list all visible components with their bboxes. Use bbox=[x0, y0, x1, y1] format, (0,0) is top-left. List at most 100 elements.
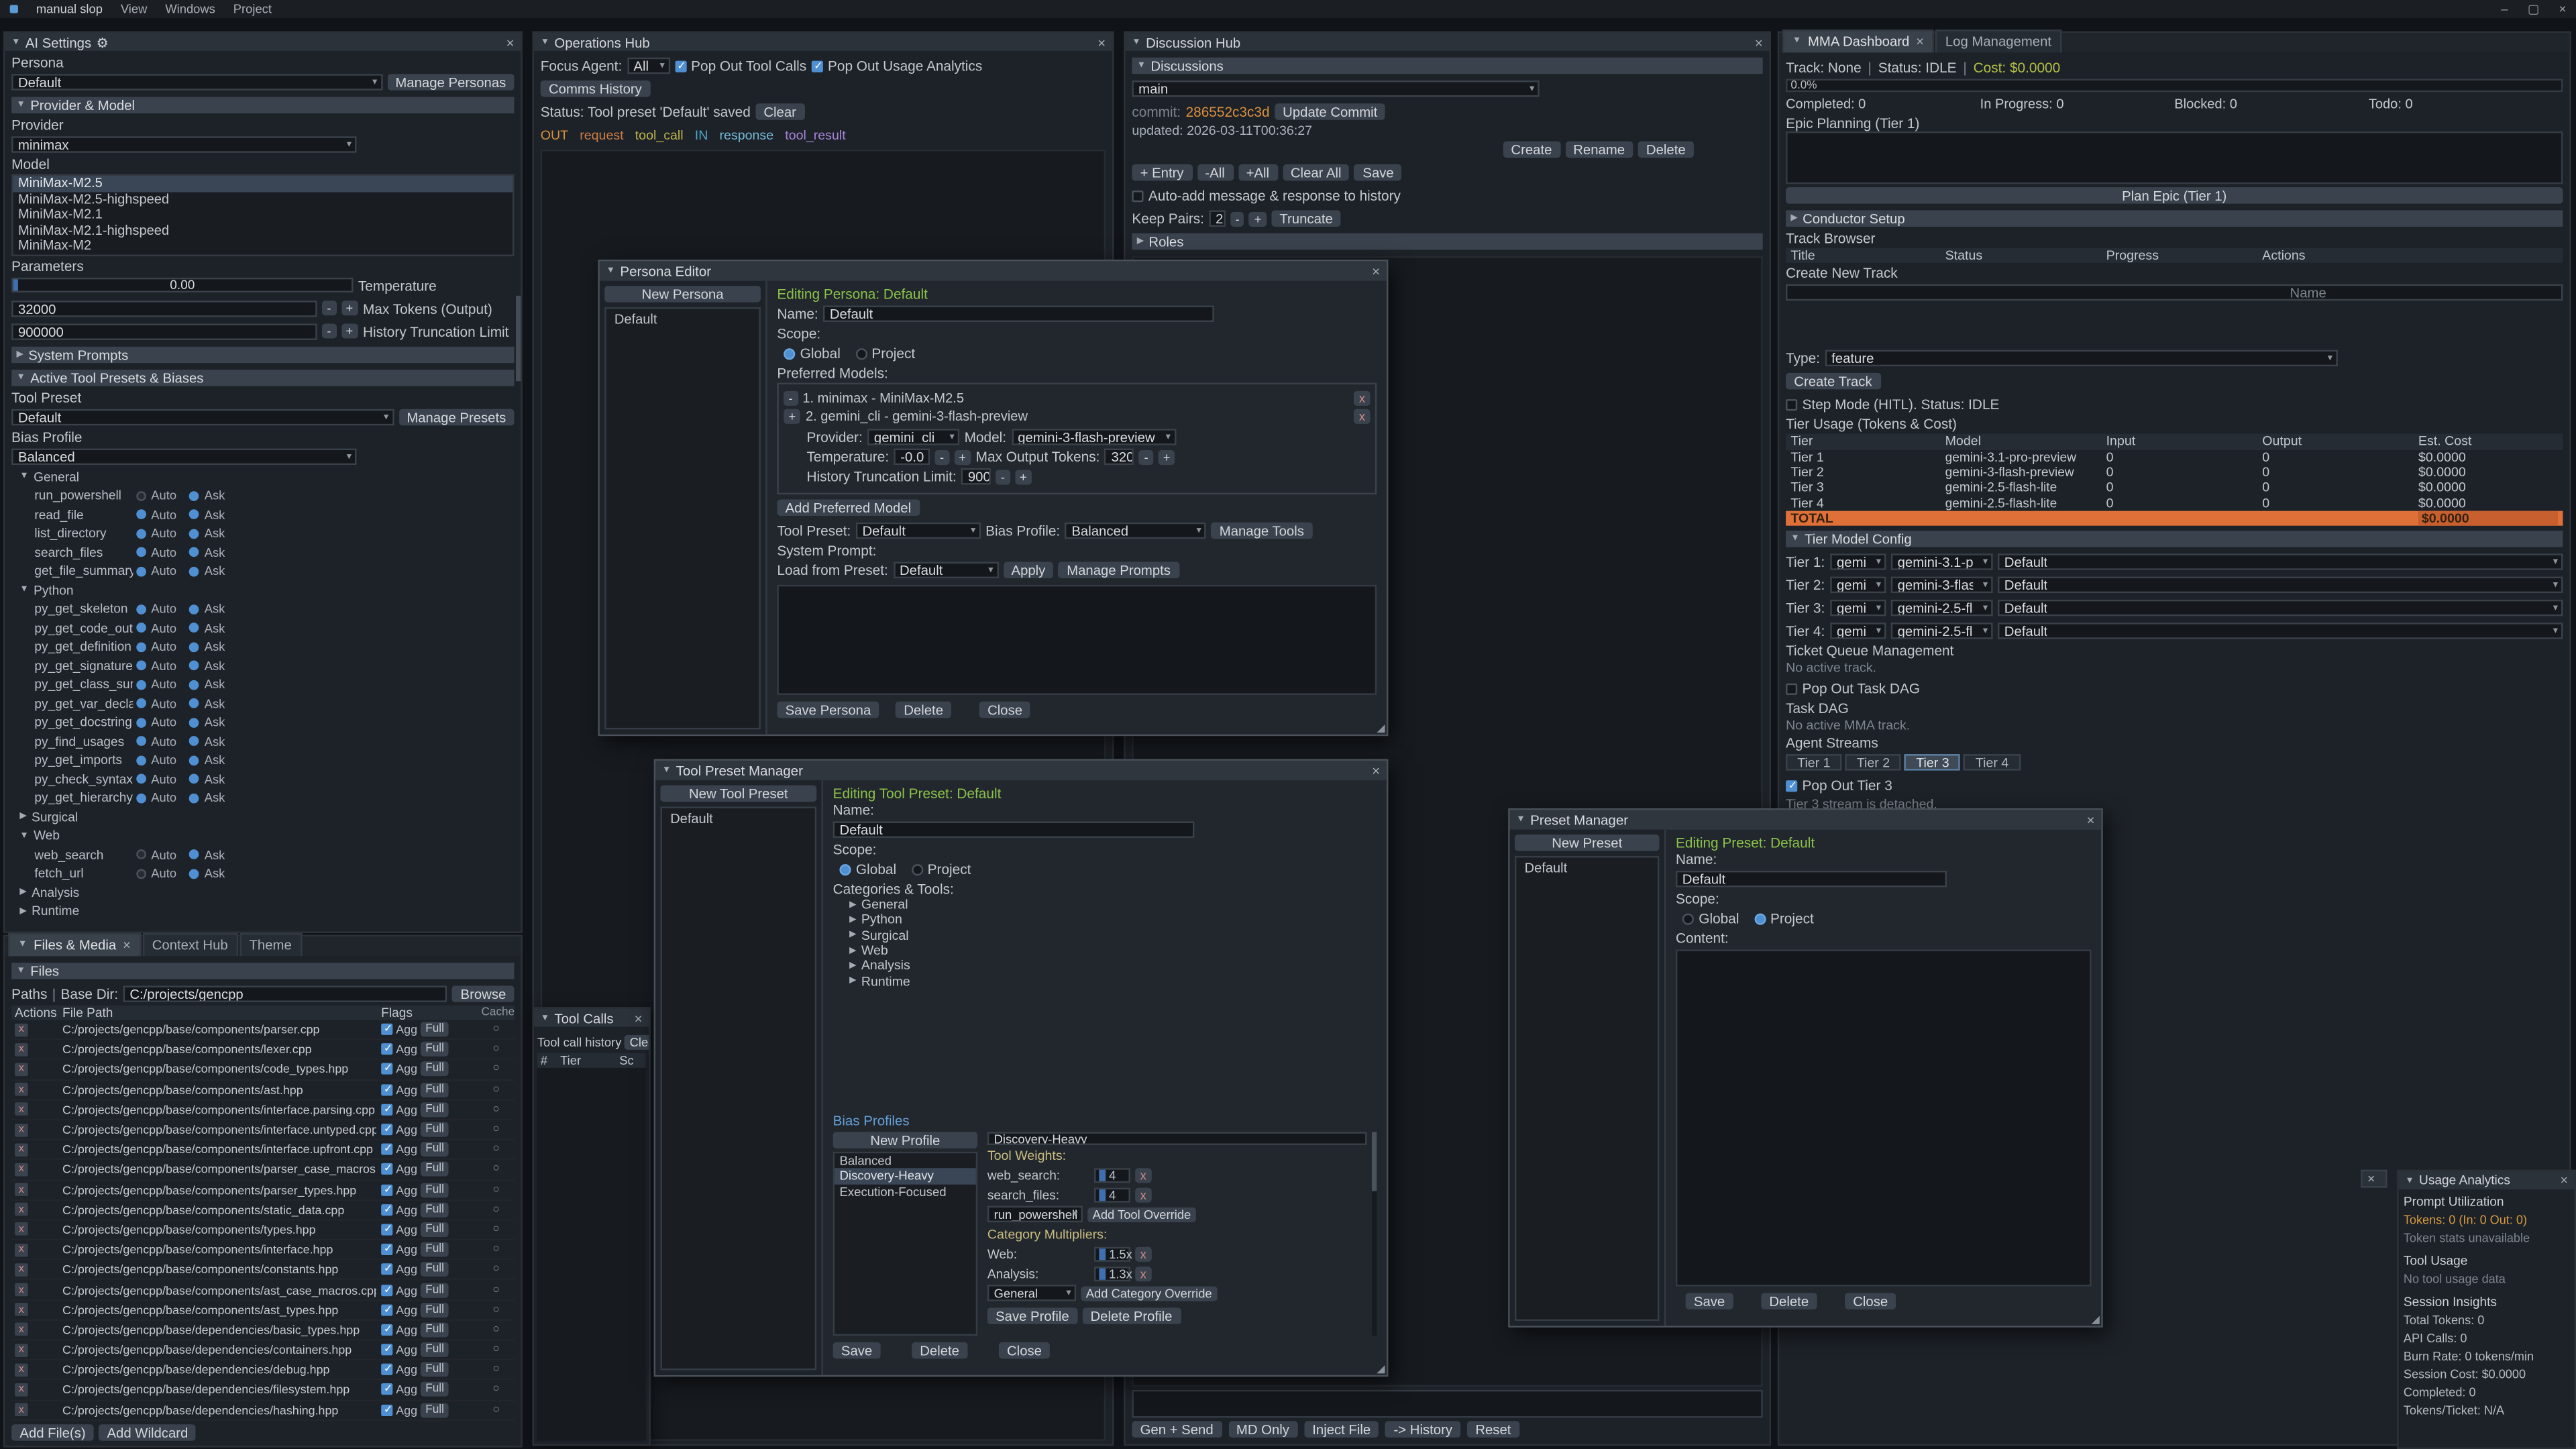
auto-toggle[interactable] bbox=[136, 793, 146, 803]
decrement-button[interactable]: - bbox=[322, 301, 336, 315]
entry-action-button[interactable]: Clear All bbox=[1283, 164, 1350, 180]
agg-checkbox[interactable] bbox=[381, 1344, 392, 1356]
agg-checkbox[interactable] bbox=[381, 1304, 392, 1316]
tool-presets-section-header[interactable]: ▼ Active Tool Presets & Biases bbox=[11, 369, 514, 385]
create-track-button[interactable]: Create Track bbox=[1786, 374, 1880, 390]
decrement-button[interactable]: - bbox=[996, 469, 1010, 484]
ask-toggle[interactable] bbox=[190, 642, 200, 652]
tab-context-hub[interactable]: Context Hub bbox=[142, 933, 237, 956]
auto-add-checkbox[interactable] bbox=[1132, 190, 1143, 201]
ask-toggle[interactable] bbox=[190, 547, 200, 557]
tier-provider-select[interactable]: gemini bbox=[1830, 554, 1886, 570]
agg-checkbox[interactable] bbox=[381, 1024, 392, 1035]
preset-manager-titlebar[interactable]: ▼ Preset Manager × bbox=[1510, 810, 2102, 829]
tier-model-config-header[interactable]: ▼ Tier Model Config bbox=[1786, 531, 2563, 547]
ask-toggle[interactable] bbox=[190, 698, 200, 708]
tier-model-select[interactable]: gemini-3-flash-preview bbox=[1891, 577, 1993, 593]
profile-name-input[interactable]: Discovery-Heavy bbox=[987, 1132, 1367, 1145]
message-input[interactable] bbox=[1132, 1390, 1762, 1418]
plan-epic-button[interactable]: Plan Epic (Tier 1) bbox=[1786, 187, 2563, 203]
tool-preset-manager-titlebar[interactable]: ▼ Tool Preset Manager × bbox=[655, 761, 1387, 780]
tool-override-select[interactable]: run_powershell bbox=[987, 1206, 1083, 1222]
ask-toggle[interactable] bbox=[190, 510, 200, 520]
temperature-input[interactable]: -0.0 bbox=[894, 449, 930, 465]
agg-checkbox[interactable] bbox=[381, 1244, 392, 1255]
close-icon[interactable]: × bbox=[1916, 33, 1924, 49]
remove-model-button[interactable]: x bbox=[1354, 391, 1371, 406]
entry-action-button[interactable]: -All bbox=[1197, 164, 1233, 180]
persona-editor-titlebar[interactable]: ▼ Persona Editor × bbox=[600, 261, 1387, 280]
agg-checkbox[interactable] bbox=[381, 1083, 392, 1095]
ask-toggle[interactable] bbox=[190, 755, 200, 765]
delete-persona-button[interactable]: Delete bbox=[896, 702, 951, 718]
ask-toggle[interactable] bbox=[190, 566, 200, 576]
history-limit-input[interactable]: 900000 bbox=[961, 468, 991, 484]
category-node[interactable]: ▶ Surgical bbox=[833, 928, 1377, 943]
tool-calls-header[interactable]: ▼ Tool Calls × bbox=[534, 1009, 649, 1027]
scrollbar[interactable] bbox=[1372, 1132, 1377, 1336]
increment-button[interactable]: + bbox=[341, 301, 358, 315]
category-node[interactable]: ▶ Runtime bbox=[833, 973, 1377, 989]
category-node[interactable]: ▶ General bbox=[833, 897, 1377, 912]
menu-item[interactable]: Windows bbox=[165, 1, 215, 16]
auto-toggle[interactable] bbox=[136, 718, 146, 728]
keep-pairs-input[interactable]: 2 bbox=[1209, 210, 1225, 226]
chevron-icon[interactable]: ▼ bbox=[19, 585, 28, 595]
close-icon[interactable]: × bbox=[1097, 34, 1106, 50]
composer-action-button[interactable]: Reset bbox=[1467, 1421, 1519, 1437]
roles-section-header[interactable]: ▶ Roles bbox=[1132, 233, 1762, 250]
increment-button[interactable]: + bbox=[1015, 469, 1032, 484]
auto-toggle[interactable] bbox=[136, 850, 146, 860]
gear-icon[interactable]: ⚙ bbox=[96, 34, 108, 50]
close-button[interactable]: × bbox=[2559, 1, 2567, 16]
category-node[interactable]: ▶ Analysis bbox=[833, 958, 1377, 973]
remove-file-button[interactable]: x bbox=[15, 1363, 28, 1377]
conductor-setup-header[interactable]: ▶ Conductor Setup bbox=[1786, 210, 2563, 226]
decrement-button[interactable]: - bbox=[1230, 211, 1244, 226]
agg-checkbox[interactable] bbox=[381, 1364, 392, 1375]
epic-planning-input[interactable] bbox=[1786, 131, 2563, 184]
new-persona-button[interactable]: New Persona bbox=[604, 286, 761, 302]
agg-checkbox[interactable] bbox=[381, 1324, 392, 1336]
increment-button[interactable]: + bbox=[341, 323, 358, 338]
remove-override-button[interactable]: x bbox=[1135, 1246, 1151, 1261]
full-button[interactable]: Full bbox=[421, 1122, 449, 1137]
apply-button[interactable]: Apply bbox=[1003, 562, 1053, 578]
ask-toggle[interactable] bbox=[190, 491, 200, 501]
project-radio[interactable] bbox=[855, 347, 867, 359]
agg-checkbox[interactable] bbox=[381, 1264, 392, 1275]
full-button[interactable]: Full bbox=[421, 1142, 449, 1157]
close-dialog-button[interactable]: Close bbox=[999, 1342, 1050, 1358]
resize-grip[interactable] bbox=[1377, 1365, 1385, 1373]
agg-checkbox[interactable] bbox=[381, 1204, 392, 1216]
auto-toggle[interactable] bbox=[136, 869, 146, 879]
tool-calls-list[interactable] bbox=[537, 1068, 646, 1441]
remove-file-button[interactable]: x bbox=[15, 1043, 28, 1057]
ask-toggle[interactable] bbox=[190, 793, 200, 803]
remove-file-button[interactable]: x bbox=[15, 1063, 28, 1076]
full-button[interactable]: Full bbox=[421, 1042, 449, 1057]
agg-checkbox[interactable] bbox=[381, 1284, 392, 1295]
add-preferred-model-button[interactable]: Add Preferred Model bbox=[777, 499, 919, 515]
ask-toggle[interactable] bbox=[190, 661, 200, 671]
manage-presets-button[interactable]: Manage Presets bbox=[398, 409, 514, 425]
profile-list-item[interactable]: Balanced bbox=[835, 1153, 976, 1169]
remove-file-button[interactable]: x bbox=[15, 1223, 28, 1236]
category-override-select[interactable]: General bbox=[987, 1285, 1076, 1301]
tab-theme[interactable]: Theme bbox=[239, 933, 302, 956]
global-radio[interactable] bbox=[839, 863, 851, 875]
system-prompts-section-header[interactable]: ▶ System Prompts bbox=[11, 346, 514, 362]
agg-checkbox[interactable] bbox=[381, 1144, 392, 1155]
multiplier-input[interactable]: 1.5x bbox=[1094, 1246, 1130, 1261]
update-commit-button[interactable]: Update Commit bbox=[1275, 103, 1386, 119]
global-radio[interactable] bbox=[784, 347, 795, 359]
create-discussion-button[interactable]: Create bbox=[1503, 142, 1560, 158]
reorder-button[interactable]: + bbox=[784, 409, 800, 424]
auto-toggle[interactable] bbox=[136, 755, 146, 765]
full-button[interactable]: Full bbox=[421, 1082, 449, 1097]
system-prompt-input[interactable] bbox=[777, 585, 1377, 695]
provider-model-section-header[interactable]: ▼ Provider & Model bbox=[11, 97, 514, 113]
full-button[interactable]: Full bbox=[421, 1383, 449, 1397]
pop-out-tool-calls-checkbox[interactable] bbox=[675, 60, 686, 71]
full-button[interactable]: Full bbox=[421, 1182, 449, 1197]
